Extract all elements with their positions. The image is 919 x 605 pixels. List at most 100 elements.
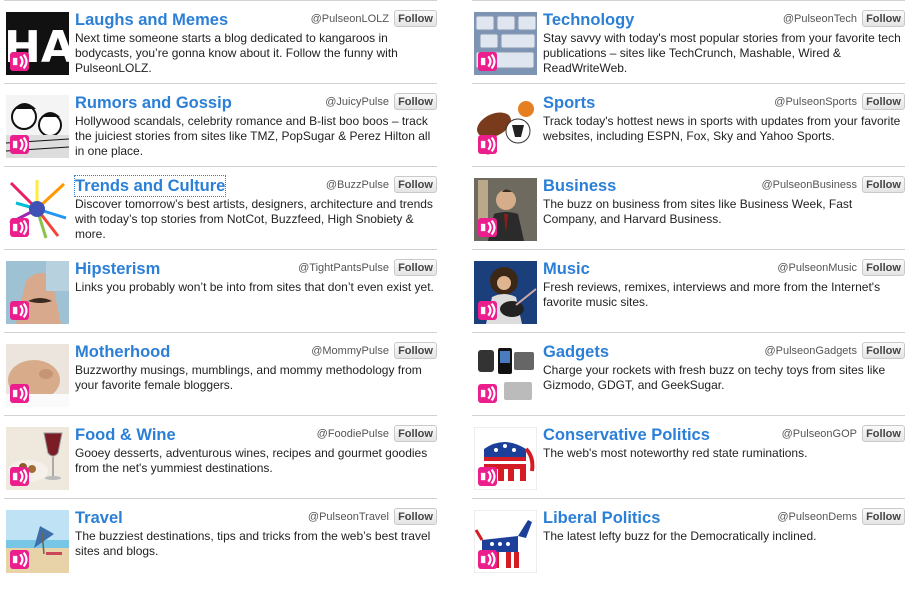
follow-button[interactable]: Follow: [394, 259, 437, 276]
pulse-logo-icon: [10, 135, 29, 154]
channel-title[interactable]: Hipsterism: [75, 259, 160, 279]
pulse-logo-icon: [478, 135, 497, 154]
follow-button[interactable]: Follow: [394, 342, 437, 359]
follow-button[interactable]: Follow: [394, 93, 437, 110]
channel-description: Discover tomorrow’s best artists, design…: [75, 197, 433, 241]
channel-handle: @PulseonBusiness: [761, 179, 857, 191]
channel-handle: @FoodiePulse: [316, 428, 389, 440]
channel-title[interactable]: Motherhood: [75, 342, 170, 362]
mustache-face-image[interactable]: [6, 261, 69, 324]
follow-button[interactable]: Follow: [862, 176, 905, 193]
channel-description: Next time someone starts a blog dedicate…: [75, 31, 398, 75]
channel-title[interactable]: Sports: [543, 93, 595, 113]
channel-description: Gooey desserts, adventurous wines, recip…: [75, 446, 428, 475]
right-column: Technology @PulseonTech Follow Stay savv…: [472, 0, 905, 581]
follow-button[interactable]: Follow: [862, 10, 905, 27]
channel-title[interactable]: Food & Wine: [75, 425, 176, 445]
pulse-logo-icon: [10, 467, 29, 486]
democrat-donkey-image[interactable]: [474, 510, 537, 573]
channel-handle: @PulseonSports: [774, 96, 857, 108]
channel-row-conservative-politics: Conservative Politics @PulseonGOP Follow…: [472, 415, 905, 498]
channel-description: Buzzworthy musings, mumblings, and mommy…: [75, 363, 422, 392]
pulse-logo-icon: [10, 384, 29, 403]
follow-button[interactable]: Follow: [862, 259, 905, 276]
channel-handle: @PulseonTravel: [307, 511, 389, 523]
pulse-logo-icon: [478, 218, 497, 237]
wine-glass-image[interactable]: [6, 427, 69, 490]
channel-row-motherhood: Motherhood @MommyPulse Follow Buzzworthy…: [4, 332, 437, 415]
channel-title[interactable]: Gadgets: [543, 342, 609, 362]
channel-title[interactable]: Music: [543, 259, 590, 279]
channel-description: The buzz on business from sites like Bus…: [543, 197, 853, 226]
colorful-burst-image[interactable]: [6, 178, 69, 241]
follow-button[interactable]: Follow: [394, 176, 437, 193]
channel-handle: @TightPantsPulse: [298, 262, 389, 274]
channel-row-trends-and-culture: Trends and Culture @BuzzPulse Follow Dis…: [4, 166, 437, 249]
pregnant-belly-image[interactable]: [6, 344, 69, 407]
pulse-channel-directory: HA Laughs and Memes @PulseonLOLZ Follow …: [0, 0, 919, 605]
follow-button[interactable]: Follow: [862, 93, 905, 110]
channel-handle: @PulseonDems: [777, 511, 857, 523]
channel-row-music: Music @PulseonMusic Follow Fresh reviews…: [472, 249, 905, 332]
channel-handle: @PulseonTech: [782, 13, 857, 25]
channel-row-laughs-and-memes: HA Laughs and Memes @PulseonLOLZ Follow …: [4, 0, 437, 83]
channel-handle: @JuicyPulse: [325, 96, 389, 108]
follow-button[interactable]: Follow: [394, 425, 437, 442]
follow-button[interactable]: Follow: [394, 508, 437, 525]
channel-description: The latest lefty buzz for the Democratic…: [543, 529, 817, 543]
channel-row-liberal-politics: Liberal Politics @PulseonDems Follow The…: [472, 498, 905, 581]
channel-handle: @PulseonMusic: [777, 262, 857, 274]
channel-description: The buzziest destinations, tips and tric…: [75, 529, 431, 558]
businessman-image[interactable]: [474, 178, 537, 241]
channel-row-gadgets: Gadgets @PulseonGadgets Follow Charge yo…: [472, 332, 905, 415]
channel-handle: @BuzzPulse: [325, 179, 389, 191]
beach-image[interactable]: [6, 510, 69, 573]
channel-title[interactable]: Technology: [543, 10, 634, 30]
channel-row-sports: Sports @PulseonSports Follow Track today…: [472, 83, 905, 166]
pulse-logo-icon: [478, 550, 497, 569]
pulse-logo-icon: [478, 52, 497, 71]
channel-description: Fresh reviews, remixes, interviews and m…: [543, 280, 881, 309]
pulse-logo-icon: [478, 384, 497, 403]
channel-title[interactable]: Trends and Culture: [73, 175, 227, 197]
channel-description: Charge your rockets with fresh buzz on t…: [543, 363, 886, 392]
channel-description: Hollywood scandals, celebrity romance an…: [75, 114, 431, 158]
channel-handle: @PulseonGadgets: [764, 345, 857, 357]
channel-handle: @PulseonGOP: [781, 428, 857, 440]
channel-row-rumors-and-gossip: Rumors and Gossip @JuicyPulse Follow Hol…: [4, 83, 437, 166]
channel-title[interactable]: Conservative Politics: [543, 425, 710, 445]
comic-gossip-image[interactable]: [6, 95, 69, 158]
channel-title[interactable]: Liberal Politics: [543, 508, 660, 528]
channel-row-travel: Travel @PulseonTravel Follow The buzzies…: [4, 498, 437, 581]
channel-title[interactable]: Rumors and Gossip: [75, 93, 232, 113]
channel-row-business: Business @PulseonBusiness Follow The buz…: [472, 166, 905, 249]
channel-row-food-wine: Food & Wine @FoodiePulse Follow Gooey de…: [4, 415, 437, 498]
channel-row-technology: Technology @PulseonTech Follow Stay savv…: [472, 0, 905, 83]
guitarist-image[interactable]: [474, 261, 537, 324]
pulse-logo-icon: [10, 218, 29, 237]
pulse-logo-icon: [10, 550, 29, 569]
pulse-logo-icon: [478, 301, 497, 320]
channel-title[interactable]: Business: [543, 176, 616, 196]
channel-title[interactable]: Laughs and Memes: [75, 10, 228, 30]
pulse-logo-icon: [10, 301, 29, 320]
channel-handle: @PulseonLOLZ: [310, 13, 389, 25]
channel-description: The web's most noteworthy red state rumi…: [543, 446, 808, 460]
sports-balls-image[interactable]: [474, 95, 537, 158]
pulse-logo-icon: [478, 467, 497, 486]
ha-text-image[interactable]: HA: [6, 12, 69, 75]
keyboard-image[interactable]: [474, 12, 537, 75]
channel-description: Stay savvy with today's most popular sto…: [543, 31, 901, 75]
channel-title[interactable]: Travel: [75, 508, 123, 528]
follow-button[interactable]: Follow: [862, 425, 905, 442]
follow-button[interactable]: Follow: [862, 342, 905, 359]
channel-description: Track today's hottest news in sports wit…: [543, 114, 901, 143]
channel-handle: @MommyPulse: [311, 345, 389, 357]
channel-row-hipsterism: Hipsterism @TightPantsPulse Follow Links…: [4, 249, 437, 332]
republican-elephant-image[interactable]: [474, 427, 537, 490]
left-column: HA Laughs and Memes @PulseonLOLZ Follow …: [4, 0, 437, 581]
follow-button[interactable]: Follow: [394, 10, 437, 27]
follow-button[interactable]: Follow: [862, 508, 905, 525]
gadgets-image[interactable]: [474, 344, 537, 407]
pulse-logo-icon: [10, 52, 29, 71]
